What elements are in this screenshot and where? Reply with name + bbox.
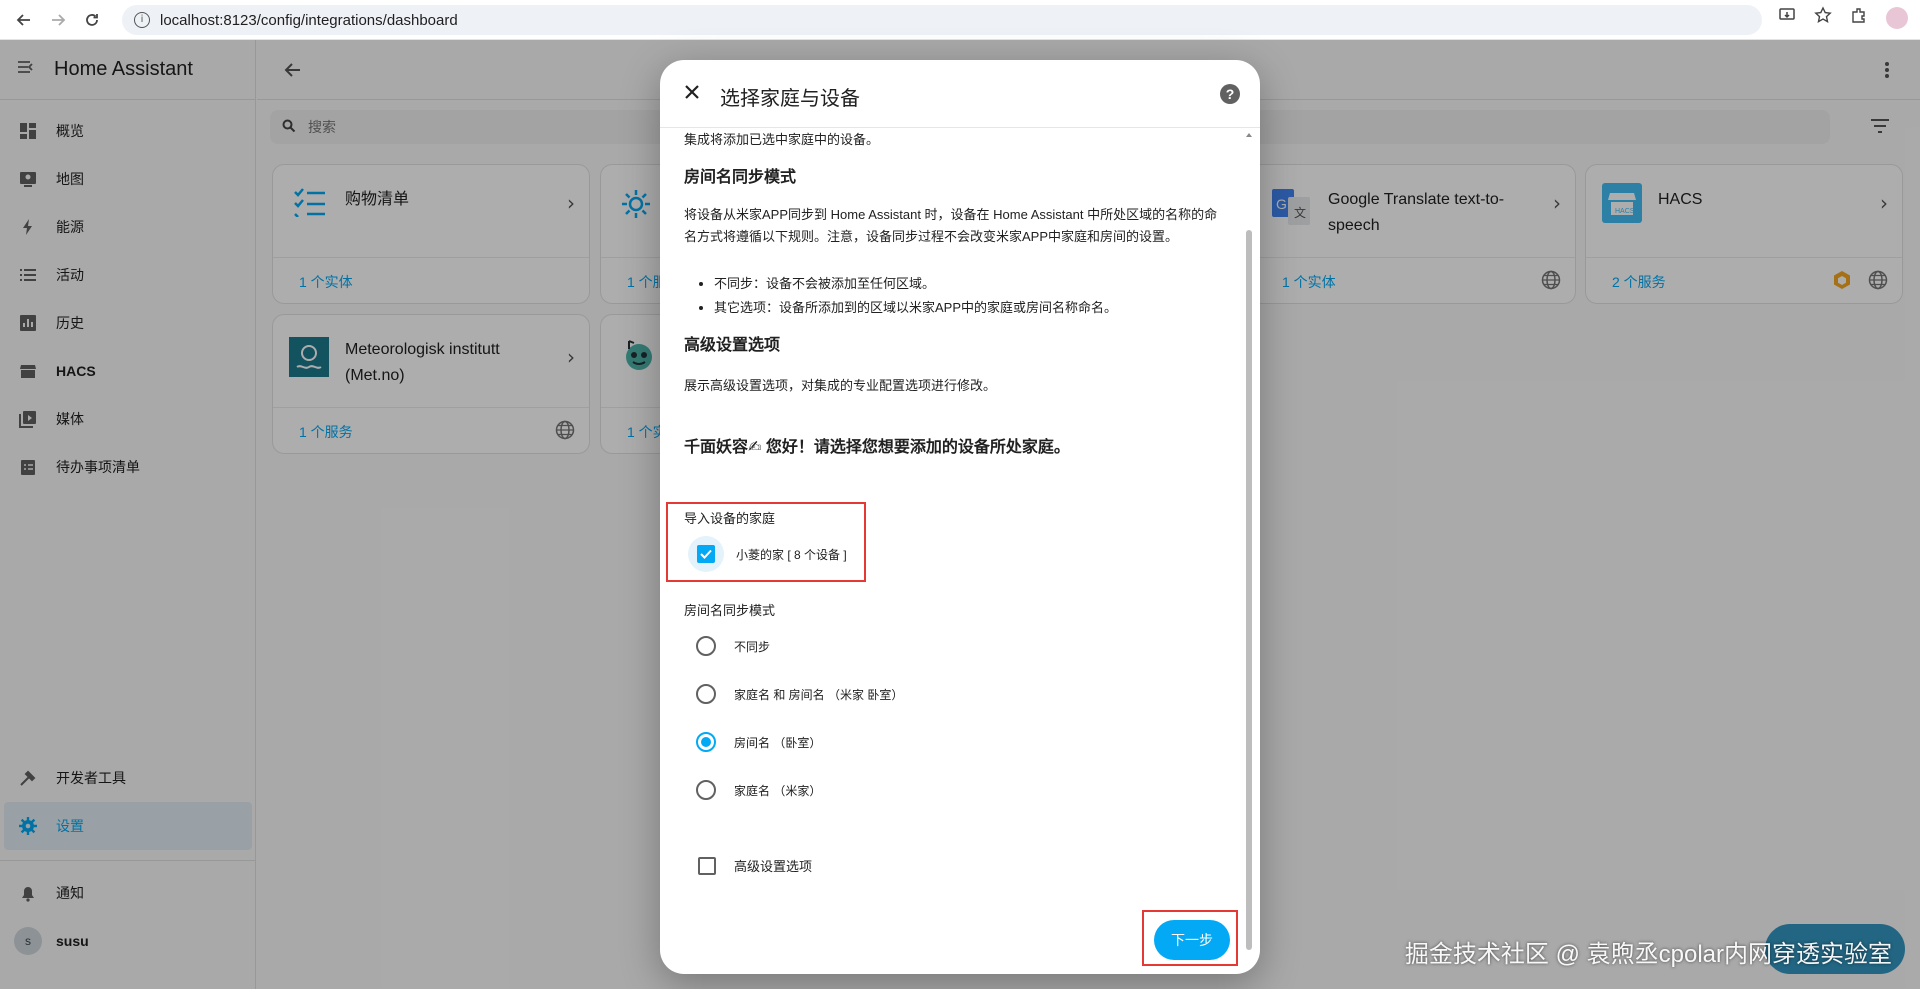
- radio-label: 房间名 （卧室）: [734, 735, 822, 750]
- room-option-home-and-room[interactable]: 家庭名 和 房间名 （米家 卧室）: [696, 684, 903, 704]
- radio-button-selected[interactable]: [696, 732, 716, 752]
- dialog-header: 选择家庭与设备 ?: [660, 60, 1260, 128]
- dialog-scrollbar[interactable]: [1244, 130, 1254, 960]
- address-bar[interactable]: i localhost:8123/config/integrations/das…: [122, 5, 1762, 35]
- next-step-button[interactable]: 下一步: [1154, 920, 1230, 960]
- browser-toolbar: i localhost:8123/config/integrations/das…: [0, 0, 1920, 40]
- radio-label: 家庭名 和 房间名 （米家 卧室）: [734, 687, 904, 702]
- home-field-label: 导入设备的家庭: [684, 511, 776, 526]
- select-home-dialog: 选择家庭与设备 ? 集成将添加已选中家庭中的设备。 房间名同步模式 将设备从米家…: [660, 60, 1260, 974]
- room-sync-rules-list: 不同步：设备不会被添加至任何区域。 其它选项：设备所添加到的区域以米家APP中的…: [714, 272, 1234, 320]
- reload-icon[interactable]: [78, 6, 106, 34]
- checkmark-icon: [697, 545, 715, 563]
- radio-button[interactable]: [696, 684, 716, 704]
- scrollbar-thumb[interactable]: [1246, 230, 1252, 950]
- advanced-checkbox-label: 高级设置选项: [734, 859, 813, 874]
- home-checkbox[interactable]: [688, 536, 724, 572]
- room-option-none[interactable]: 不同步: [696, 636, 770, 656]
- home-option-row[interactable]: 小菱的家 [ 8 个设备 ]: [688, 536, 847, 572]
- greeting-text: 千面妖容✍ 您好！请选择您想要添加的设备所处家庭。: [684, 439, 1070, 456]
- watermark-text: 掘金技术社区 @ 袁煦丞cpolar内网穿透实验室: [1404, 941, 1892, 968]
- forward-icon[interactable]: [44, 6, 72, 34]
- help-icon[interactable]: ?: [1220, 84, 1240, 104]
- radio-label: 家庭名 （米家）: [734, 783, 822, 798]
- advanced-description: 展示高级设置选项，对集成的专业配置选项进行修改。: [684, 378, 997, 393]
- home-option-label: 小菱的家 [ 8 个设备 ]: [736, 547, 847, 562]
- dialog-intro: 集成将添加已选中家庭中的设备。: [684, 132, 880, 147]
- close-icon[interactable]: [680, 80, 704, 104]
- rule-item: 不同步：设备不会被添加至任何区域。: [714, 272, 1234, 296]
- radio-button[interactable]: [696, 780, 716, 800]
- dialog-title: 选择家庭与设备: [720, 88, 860, 110]
- advanced-heading: 高级设置选项: [684, 337, 781, 354]
- radio-label: 不同步: [734, 639, 771, 654]
- install-icon[interactable]: [1778, 6, 1796, 29]
- url-text: localhost:8123/config/integrations/dashb…: [160, 11, 458, 29]
- radio-button[interactable]: [696, 636, 716, 656]
- room-option-home-only[interactable]: 家庭名 （米家）: [696, 780, 821, 800]
- rule-item: 其它选项：设备所添加到的区域以米家APP中的家庭或房间名称命名。: [714, 296, 1234, 320]
- browser-actions: [1778, 6, 1908, 29]
- site-info-icon[interactable]: i: [134, 12, 150, 28]
- extensions-icon[interactable]: [1850, 6, 1868, 29]
- advanced-checkbox[interactable]: [698, 856, 716, 875]
- room-option-room-only[interactable]: 房间名 （卧室）: [696, 732, 821, 752]
- advanced-options-checkbox-row[interactable]: 高级设置选项: [698, 856, 812, 875]
- room-mode-label: 房间名同步模式: [684, 603, 776, 618]
- scroll-up-icon[interactable]: [1244, 130, 1254, 140]
- back-icon[interactable]: [10, 6, 38, 34]
- room-sync-heading: 房间名同步模式: [684, 169, 797, 186]
- bookmark-star-icon[interactable]: [1814, 6, 1832, 29]
- room-sync-description: 将设备从米家APP同步到 Home Assistant 时，设备在 Home A…: [684, 207, 1218, 244]
- profile-avatar-icon[interactable]: [1886, 6, 1908, 29]
